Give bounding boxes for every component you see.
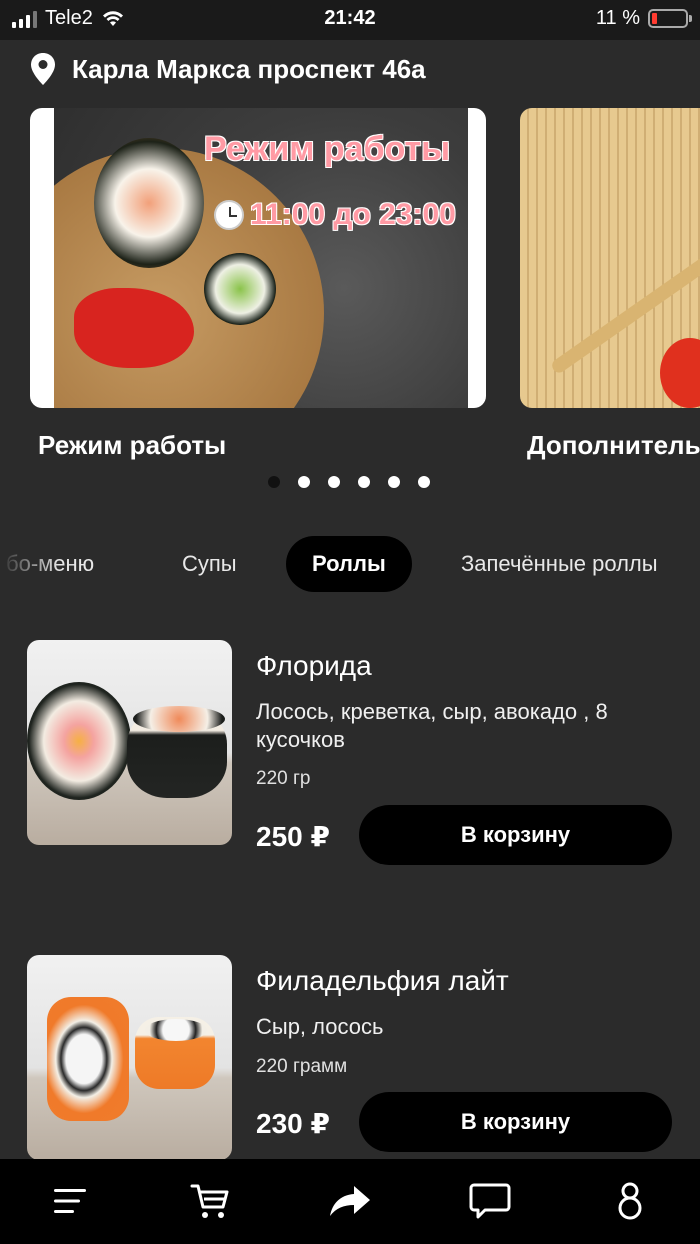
product-image[interactable] [27,955,232,1160]
pagination-dot [388,476,400,488]
category-tabs[interactable]: бо-меню Супы Роллы Запечённые роллы [0,536,700,592]
battery-icon [648,9,692,28]
share-icon[interactable] [328,1179,372,1223]
tab-rolls[interactable]: Роллы [286,536,412,592]
carousel-pagination [268,476,430,488]
bottom-tab-bar [0,1159,700,1244]
product-name: Флорида [256,650,372,681]
banner-additional[interactable] [520,108,700,408]
tab-baked-rolls[interactable]: Запечённые роллы [461,536,658,592]
chat-icon[interactable] [468,1179,512,1223]
product-weight: 220 гр [256,768,311,789]
product-weight: 220 грамм [256,1056,348,1077]
status-right: 11 % [595,7,692,30]
banner-hours-text: 11:00 до 23:00 [250,198,456,231]
pagination-dot [298,476,310,488]
product-image[interactable] [27,640,232,845]
location-pin-icon [31,53,55,85]
product-name: Филадельфия лайт [256,965,509,996]
product-description: Сыр, лосось [256,1014,384,1039]
pagination-dot [418,476,430,488]
product-price: 250 ₽ [256,821,330,852]
banner-hours: 11:00 до 23:00 [214,198,456,232]
address-text: Карла Маркса проспект 46а [72,53,426,84]
status-bar: Tele2 21:42 11 % [0,0,700,40]
battery-percent: 11 % [595,7,640,29]
profile-icon[interactable] [608,1179,652,1223]
product-card[interactable]: Флорида Лосось, креветка, сыр, авокадо ,… [0,640,700,880]
pagination-dot [358,476,370,488]
product-description: Лосось, креветка, сыр, авокадо , 8 кусоч… [256,699,608,752]
menu-icon[interactable] [48,1179,92,1223]
add-to-cart-button[interactable]: В корзину [359,1092,672,1152]
banner-caption[interactable]: Дополнитель [527,430,700,461]
cart-icon[interactable] [188,1179,232,1223]
tab-soups[interactable]: Супы [182,536,237,592]
banner-title: Режим работы [204,130,451,168]
banner-photo: Режим работы 11:00 до 23:00 [54,108,468,408]
banner-caption[interactable]: Режим работы [38,430,226,461]
pagination-dot-active [268,476,280,488]
product-price: 230 ₽ [256,1108,330,1139]
delivery-address[interactable]: Карла Маркса проспект 46а [30,52,426,86]
add-to-cart-button[interactable]: В корзину [359,805,672,865]
promo-carousel[interactable]: Режим работы 11:00 до 23:00 Режим работы… [0,108,700,468]
banner-working-hours[interactable]: Режим работы 11:00 до 23:00 [30,108,486,408]
clock-icon [214,200,244,230]
pagination-dot [328,476,340,488]
